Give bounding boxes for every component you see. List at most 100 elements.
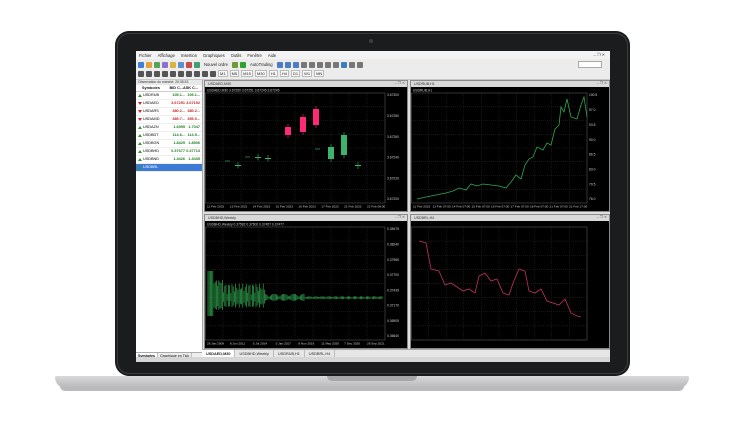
arrow-up-icon [138,94,142,97]
menu-tools[interactable]: Outils [228,53,245,58]
tester-icon[interactable] [186,61,192,68]
vertical-line-icon[interactable] [154,70,160,77]
zoom-in-icon[interactable] [300,61,307,68]
timeframe-mn-button[interactable]: MN [314,70,325,77]
y-tick-label: 90.0 [589,138,596,142]
column-ask[interactable]: ASK C... [183,85,198,91]
symbol-cell: USDARS [136,108,168,115]
channel-icon[interactable] [178,70,184,77]
timeframe-w1-button[interactable]: W1 [302,70,313,77]
market-watch-icon[interactable] [154,61,160,68]
chart-window-controls[interactable]: ‒ ❐ ✕ [395,215,405,219]
symbol-label: USDRUB [143,93,160,97]
chart-info-label: USDAED,M30 3.67250 3.67251 3.67245 3.672… [207,89,280,93]
cursor-icon[interactable] [138,70,144,77]
line-chart-icon[interactable] [292,61,299,68]
market-watch-row[interactable]: USDBHD 0.37677 0.37713 [136,148,202,156]
y-tick-label: 86.5 [589,153,596,157]
x-tick-label: 13 Feb 07:00 [433,205,452,209]
symbol-cell: USDAMD [136,116,168,123]
chart-window-usdbhd-weekly[interactable]: USDBHD,Weekly ‒ ❐ ✕ USDBHD,Weekly 0.3758… [204,214,408,349]
menu-help[interactable]: Aide [265,53,279,58]
chart-window-usdrub-h1[interactable]: USDRUB,H1 ‒ ❐ ✕ USDRUB,H1 100.5 97.0 93.5 90… [410,80,610,212]
chart-window-controls[interactable]: ‒ ❐ ✕ [395,81,405,85]
metaeditor-icon[interactable] [231,61,238,68]
arrow-up-icon [138,142,142,145]
market-watch-row[interactable]: USDBDT 114.6... 114.5... [136,132,202,140]
menu-charts[interactable]: Graphiques [200,53,228,58]
bar-chart-icon[interactable] [276,61,283,68]
symbol-label: USDARS [143,109,159,113]
text-tool-icon[interactable] [194,70,200,77]
y-tick-label: 0.37965 [387,258,399,262]
x-tick-label: 11 Feb 2023 [413,205,430,209]
symbol-label: USDAZN [143,125,159,129]
bid-cell: 1.3426 [173,157,185,161]
new-order-icon[interactable] [194,61,200,68]
ask-cell: 380.2... [187,109,200,113]
market-watch-row[interactable]: USDBGN 1.8425 1.8506 [136,140,202,148]
navigator-icon[interactable] [170,61,176,68]
timeframe-h1-button[interactable]: H1 [268,70,278,77]
auto-scroll-icon[interactable] [324,61,331,68]
x-tick-label: 16 Feb 2023 [298,205,316,209]
market-watch-row[interactable]: USDAMD 389.7... 395.0... [136,116,202,124]
menu-window[interactable]: Fenêtre [244,53,264,58]
timeframe-m30-button[interactable]: M30 [254,70,267,77]
fibonacci-icon[interactable] [186,70,192,77]
templates-icon[interactable] [356,61,363,68]
market-watch-row[interactable]: USDAZN 1.6955 1.7047 [136,124,202,132]
market-watch-row[interactable]: USDAED 3.67251 3.67192 [136,100,202,108]
y-tick-label: 3.67300 [387,93,399,97]
autotrading-icon[interactable] [239,61,246,68]
column-symbol[interactable]: Symboles [136,85,166,91]
periods-icon[interactable] [348,61,355,68]
x-tick-label: 15 Feb 2023 [276,205,294,209]
window-controls[interactable]: ‒ ❐ ✕ [591,52,608,57]
ask-cell: 1.7047 [188,125,200,129]
timeframe-m15-button[interactable]: M15 [241,70,253,77]
market-watch-row[interactable]: USDBND 1.3426 1.3435 [136,156,202,164]
candlestick-icon[interactable] [284,61,291,68]
menu-view[interactable]: Affichage [155,53,178,58]
menu-insert[interactable]: Insertion [178,53,200,58]
search-input[interactable] [578,61,602,68]
x-tick-label: 16 Feb 07:00 [491,205,510,209]
market-watch-row[interactable]: USDARS 380.2... 380.2... [136,108,202,116]
tile-windows-icon[interactable] [316,61,323,68]
horizontal-line-icon[interactable] [162,70,168,77]
trendline-icon[interactable] [170,70,176,77]
candle-body [300,117,306,132]
timeframe-m5-button[interactable]: M5 [229,70,240,77]
x-tick-label: 17 Feb 2023 [321,205,339,209]
arrow-up-icon [138,158,142,161]
menu-file[interactable]: Fichier [136,53,155,58]
ask-cell: 3.67192 [186,101,200,105]
chart-window-usdaed-m30[interactable]: USDAED,M30 ‒ ❐ ✕ USDAED,M30 3.67250 3.67… [204,80,408,212]
candle-body [355,165,361,166]
timeframe-d1-button[interactable]: D1 [290,70,301,77]
terminal-icon[interactable] [178,61,184,68]
column-bid[interactable]: BID C... [166,85,183,91]
chart-shift-icon[interactable] [332,61,339,68]
arrow-down-icon [138,118,142,121]
data-window-icon[interactable] [162,61,168,68]
chart-window-controls[interactable]: ‒ ❐ ✕ [597,81,607,85]
label-tool-icon[interactable] [202,70,208,77]
y-tick-label: 76.0 [589,197,596,201]
autotrading-button[interactable]: AutoTrading [248,62,275,67]
crosshair-icon[interactable] [146,70,152,77]
arrow-tool-icon[interactable] [210,70,216,77]
market-watch-row[interactable]: USDBRL [136,164,202,172]
profiles-icon[interactable] [146,61,152,68]
chart-window-controls[interactable]: ‒ ❐ ✕ [597,215,607,219]
zoom-out-icon[interactable] [308,61,315,68]
indicators-icon[interactable] [340,61,347,68]
chart-window-usdbrl-h4[interactable]: USDBRL,H4 ‒ ❐ ✕ [410,214,610,349]
chart-info-label: USDBHD,Weekly 0.37582 0.37602 0.37457 0.… [207,223,284,227]
timeframe-h4-button[interactable]: H4 [279,70,289,77]
new-order-button[interactable]: Nouvel ordre [202,62,230,67]
timeframe-m1-button[interactable]: M1 [218,70,228,77]
market-watch-row[interactable]: USDRUB 105.1... 105.1... [136,92,202,100]
new-chart-icon[interactable] [138,61,144,68]
